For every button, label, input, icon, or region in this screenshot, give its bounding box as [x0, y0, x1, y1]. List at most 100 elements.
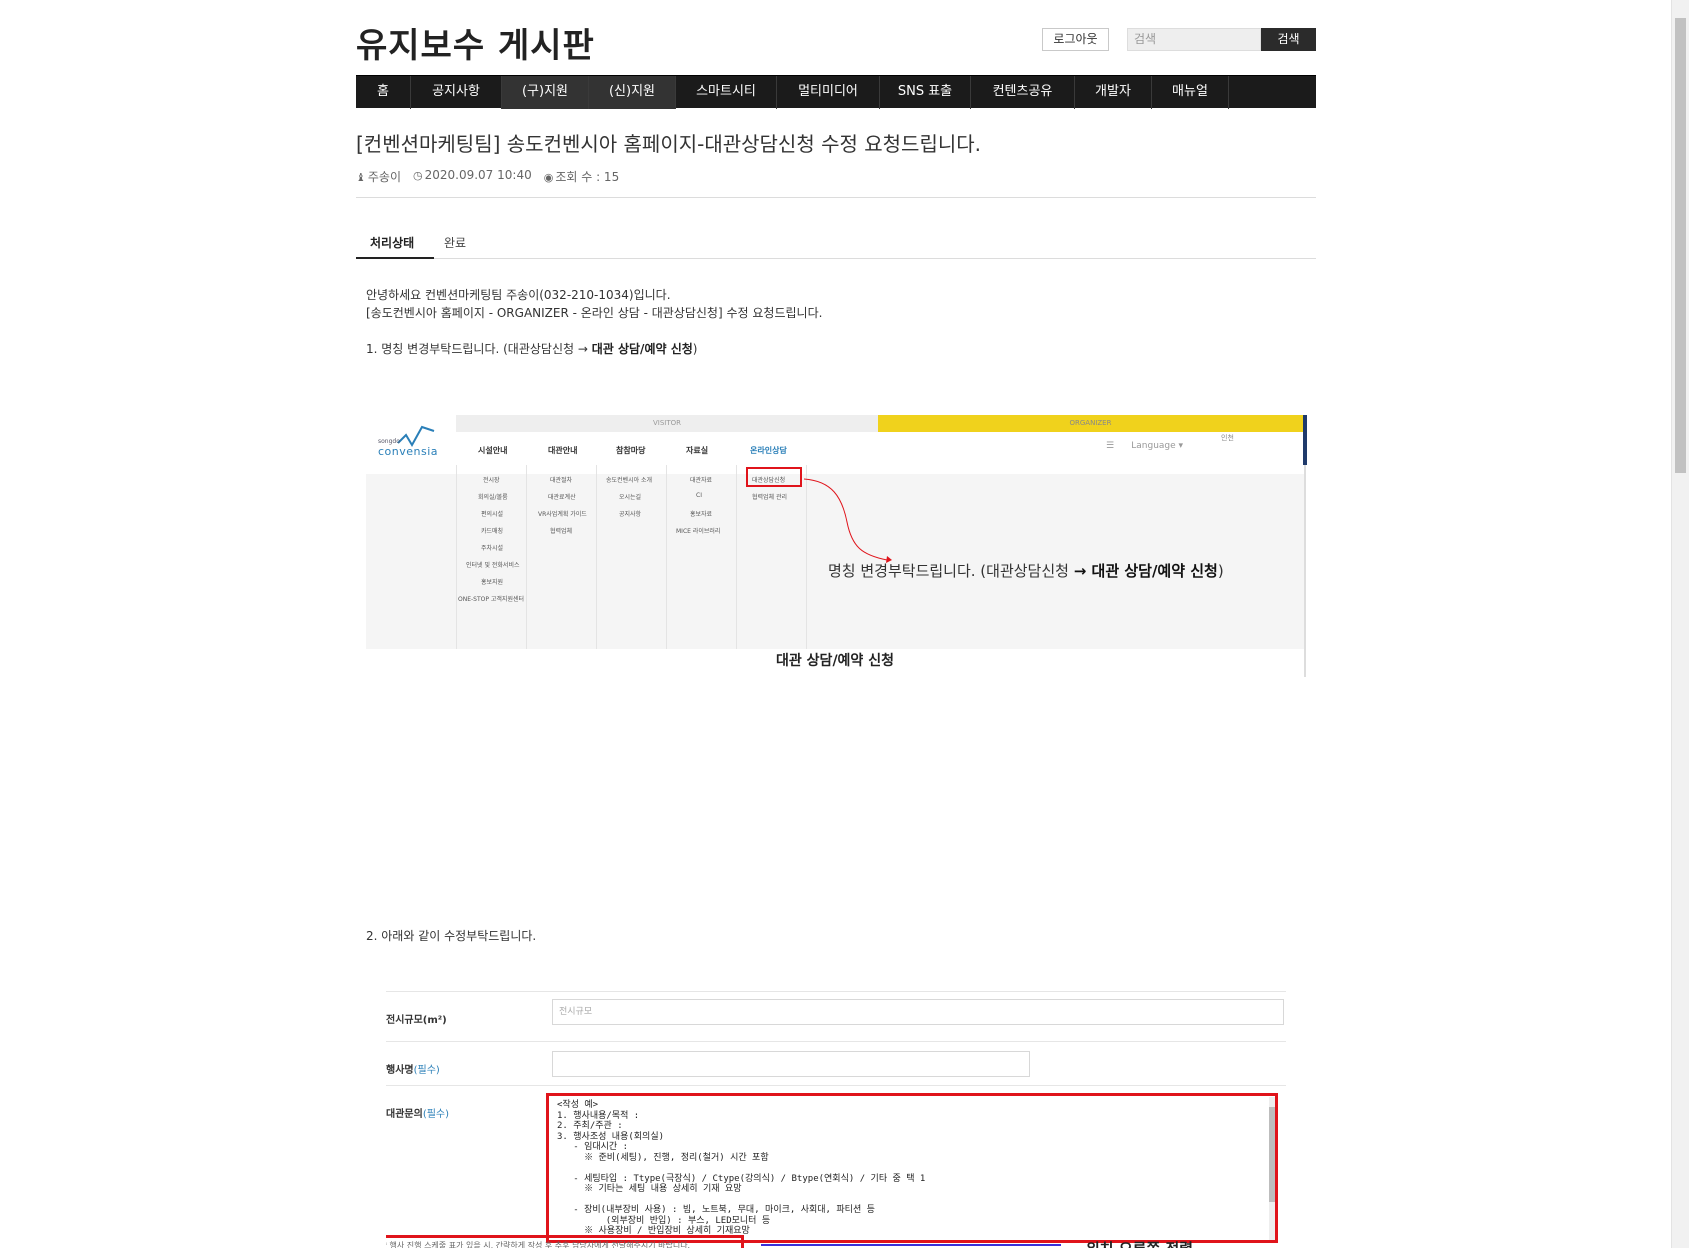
form-divider: [386, 991, 1286, 992]
clock-icon: ◷: [413, 169, 423, 182]
embedded-screenshot-menu: VISITOR ORGANIZER songdo convensia 시설안내 …: [366, 415, 1307, 677]
embedded-screenshot-form: 전시규모(m²) 전시규모 행사명(필수) 대관문의(필수) <작성 예> 1.…: [386, 989, 1298, 1248]
submenu-item: 대관자료: [690, 477, 713, 484]
nav-manual[interactable]: 매뉴얼: [1152, 76, 1229, 109]
eye-icon: ◉: [543, 171, 554, 184]
rental-inquiry-textarea: <작성 예> 1. 행사내용/목적 : 2. 주최/주관 : 3. 행사조성 내…: [546, 1093, 1278, 1243]
submenu-item: 편의시설: [481, 511, 504, 518]
form-divider: [386, 1085, 1286, 1086]
user-icon: ♝: [356, 171, 366, 184]
arrow-annotation: 위치 오른쪽 정렬: [1086, 1238, 1193, 1248]
event-name-label-text: 행사명: [386, 1065, 414, 1076]
submenu-item: ONE-STOP 고객지원센터: [458, 596, 525, 603]
menu-plaza: 참참마당: [616, 446, 646, 455]
submenu-item: 홍보지원: [481, 579, 504, 586]
textarea-scroll-thumb: [1269, 1107, 1275, 1202]
utility-icons: ☰ Language ▾: [1106, 441, 1183, 451]
highlight-box: [746, 467, 802, 487]
form-divider: [386, 1041, 1286, 1042]
submenu-item: CI: [696, 492, 702, 499]
post-title: [컨벤션마케팅팀] 송도컨벤시아 홈페이지-대관상담신청 수정 요청드립니다.: [356, 132, 982, 156]
submenu-item: 공지사항: [619, 511, 642, 518]
body-item-2: 2. 아래와 같이 수정부탁드립니다.: [366, 929, 537, 943]
event-name-input: [552, 1051, 1030, 1077]
required-mark: (필수): [413, 1065, 440, 1076]
submenu-item: 회의실/볼룸: [478, 494, 508, 501]
status-underline: [356, 257, 434, 259]
hamburger-menu-icon: ☰: [1106, 441, 1115, 451]
submenu-item: MICE 라이브러리: [676, 528, 721, 535]
submenu-item: 주차시설: [481, 545, 504, 552]
body-item-1: 1. 명칭 변경부탁드립니다. (대관상담신청 → 대관 상담/예약 신청): [366, 340, 697, 357]
navy-edge: [1303, 415, 1307, 465]
item1-suffix: ): [692, 342, 698, 356]
logo-subtext: songdo: [378, 438, 400, 445]
caption: 대관 상담/예약 신청: [776, 653, 894, 669]
view-count: ◉ 조회 수 : 15: [544, 168, 620, 185]
language-select: Language ▾: [1131, 441, 1184, 451]
visitor-bar: VISITOR: [456, 415, 878, 432]
nav-sns[interactable]: SNS 표출: [880, 76, 971, 109]
item1-prefix: 1. 명칭 변경부탁드립니다. (대관상담신청 →: [366, 342, 592, 356]
submenu-item: 카드매칭: [481, 528, 504, 535]
author: ♝ 주송이: [356, 168, 401, 185]
nav-developer[interactable]: 개발자: [1075, 76, 1152, 109]
view-count-text: 조회 수 : 15: [555, 170, 620, 184]
post-date: ◷ 2020.09.07 10:40: [413, 168, 532, 185]
nav-multimedia[interactable]: 멀티미디어: [777, 76, 880, 109]
status-label: 처리상태: [370, 236, 415, 250]
submenu-item: 협력업체: [550, 528, 573, 535]
submenu-item: 홍보자료: [690, 511, 713, 518]
author-name: 주송이: [367, 170, 401, 184]
divider: [356, 197, 1316, 198]
submenu-item: 협력업체 관리: [752, 494, 788, 501]
nav-old-support[interactable]: (구)지원: [502, 76, 589, 109]
search-input[interactable]: 검색: [1127, 28, 1261, 51]
post-meta: ♝ 주송이 ◷ 2020.09.07 10:40 ◉ 조회 수 : 15: [356, 168, 619, 185]
note-suffix: ): [1217, 562, 1224, 580]
submenu-item: VR사업계획 가이드: [538, 511, 587, 518]
required-mark: (필수): [422, 1109, 450, 1120]
body-line-2: [송도컨벤시아 홈페이지 - ORGANIZER - 온라인 상담 - 대관상담…: [366, 306, 823, 320]
annotation-text: 명칭 변경부탁드립니다. (대관상담신청 → 대관 상담/예약 신청): [828, 560, 1224, 581]
menu-rental: 대관안내: [548, 446, 578, 455]
menu-online-consult: 온라인상담: [750, 446, 787, 455]
convensia-logo: convensia: [378, 445, 439, 458]
exhibition-size-input: 전시규모: [552, 999, 1284, 1025]
logout-button[interactable]: 로그아웃: [1042, 28, 1109, 51]
body-line-1: 안녕하세요 컨벤션마케팅팀 주송이(032-210-1034)입니다.: [366, 288, 671, 302]
red-arrow-icon: [803, 478, 892, 563]
nav-home[interactable]: 홈: [356, 76, 411, 109]
rental-inquiry-label-text: 대관문의: [386, 1109, 423, 1120]
note-bold: → 대관 상담/예약 신청: [1073, 562, 1218, 580]
blue-arrow: [761, 1244, 1061, 1246]
field-rental-inquiry-label: 대관문의(필수): [386, 1105, 449, 1120]
main-nav: 홈 공지사항 (구)지원 (신)지원 스마트시티 멀티미디어 SNS 표출 컨텐…: [356, 75, 1316, 109]
scrollbar-thumb[interactable]: [1675, 18, 1686, 473]
status-value: 완료: [444, 236, 467, 250]
post-datetime: 2020.09.07 10:40: [424, 168, 532, 182]
nav-new-support[interactable]: (신)지원: [589, 76, 676, 109]
search-button[interactable]: 검색: [1261, 28, 1316, 51]
right-border: [1304, 465, 1306, 677]
submenu-item: 대관절차: [550, 477, 573, 484]
item1-bold: 대관 상담/예약 신청: [591, 342, 693, 356]
submenu-item: 대관료계산: [548, 494, 576, 501]
incheon-logo: 인천: [1221, 434, 1234, 442]
note-prefix: 명칭 변경부탁드립니다. (대관상담신청: [828, 562, 1074, 580]
menu-facility: 시설안내: [478, 446, 508, 455]
site-title[interactable]: 유지보수 게시판: [356, 18, 595, 67]
nav-notice[interactable]: 공지사항: [411, 76, 502, 109]
nav-smart-city[interactable]: 스마트시티: [676, 76, 777, 109]
submenu-item: 송도컨벤시아 소개: [606, 477, 653, 484]
menu-archive: 자료실: [686, 446, 709, 455]
page-scrollbar[interactable]: [1671, 0, 1689, 1248]
field-exhibition-size-label: 전시규모(m²): [386, 1015, 447, 1026]
nav-content-share[interactable]: 컨텐츠공유: [971, 76, 1075, 109]
organizer-bar: ORGANIZER: [878, 415, 1303, 432]
submenu-item: 전시장: [483, 477, 500, 484]
divider: [356, 258, 1316, 259]
field-event-name-label: 행사명(필수): [386, 1061, 440, 1076]
notice-box: * 행사 진행 스케줄 표가 있을 시, 간략하게 작성 후 추후 담당자에게 …: [386, 1235, 744, 1248]
submenu-item: 인터넷 및 전화서비스: [466, 562, 520, 569]
